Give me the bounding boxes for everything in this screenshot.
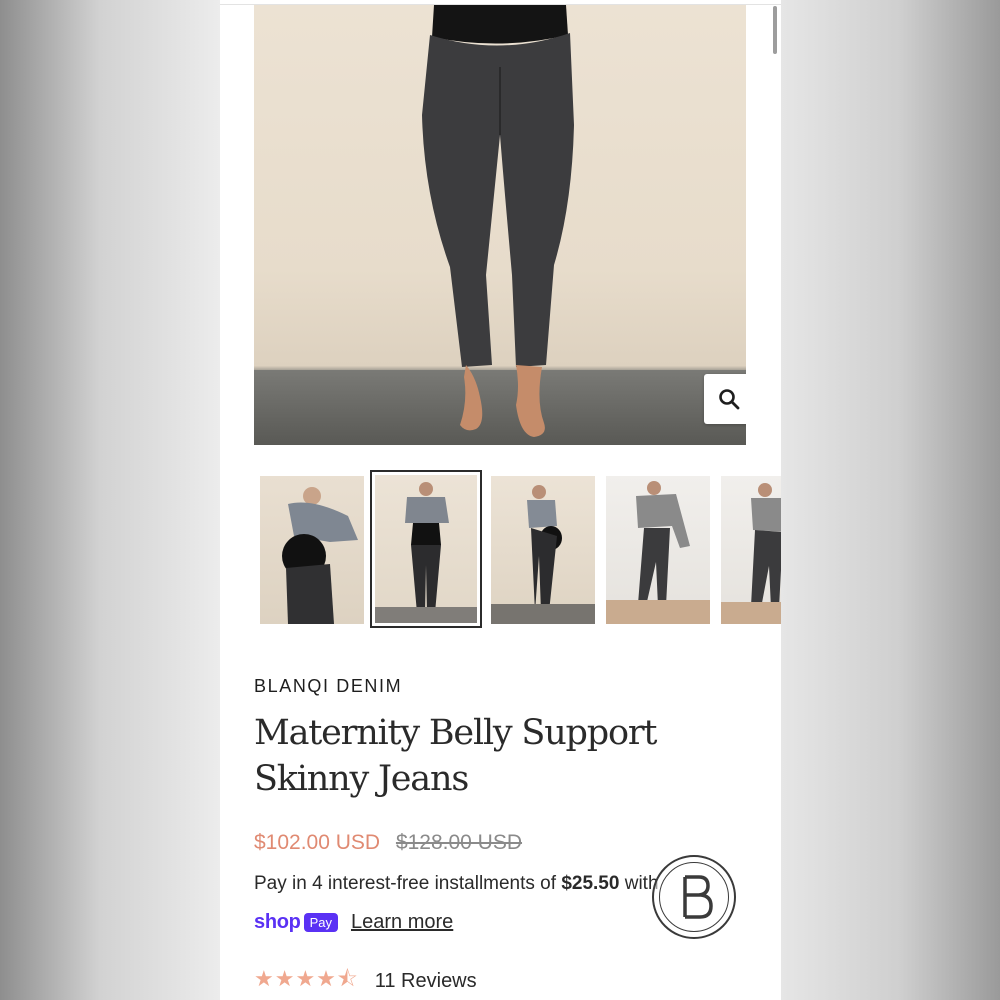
thumbnail-5[interactable] xyxy=(721,476,781,624)
thumbnail-gallery xyxy=(260,470,781,635)
thumbnail-1[interactable] xyxy=(260,476,364,624)
scrollbar[interactable] xyxy=(773,6,777,54)
learn-more-link[interactable]: Learn more xyxy=(351,911,453,934)
reviews-count[interactable]: 11 Reviews xyxy=(375,970,477,993)
reviews-row[interactable]: ★★★★⯪ 11 Reviews xyxy=(254,962,477,1000)
product-page: BLANQI DENIM Maternity Belly Support Ski… xyxy=(220,0,781,1000)
thumbnail-3[interactable] xyxy=(491,476,595,624)
zoom-button[interactable] xyxy=(704,374,746,424)
thumbnail-4[interactable] xyxy=(606,476,710,624)
product-title: Maternity Belly Support Skinny Jeans xyxy=(254,713,657,799)
thumbnail-2-selected[interactable] xyxy=(370,470,482,628)
installments-prefix: Pay in 4 interest-free installments of xyxy=(254,873,562,894)
sale-price: $102.00 USD xyxy=(254,831,381,854)
watermark-logo xyxy=(652,855,736,939)
shop-logo: shop xyxy=(254,911,301,933)
main-product-image[interactable] xyxy=(254,5,746,445)
regular-price: $128.00 USD xyxy=(395,831,523,854)
installments-text: Pay in 4 interest-free installments of $… xyxy=(254,873,659,895)
jeans-illustration xyxy=(422,5,574,437)
shop-pay-badge: Pay xyxy=(303,913,338,932)
installments-amount: $25.50 xyxy=(561,873,620,894)
search-icon xyxy=(719,389,740,410)
shop-pay-row: shop Pay Learn more xyxy=(254,911,453,934)
price-row: $102.00 USD $128.00 USD xyxy=(254,831,522,855)
star-rating: ★★★★⯪ xyxy=(254,966,359,991)
brand-name[interactable]: BLANQI DENIM xyxy=(254,676,402,697)
